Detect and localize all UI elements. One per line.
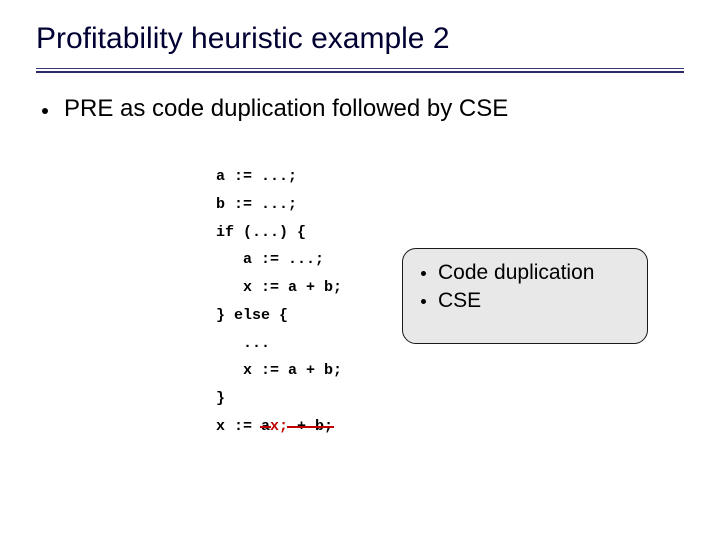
code-line-2: b := ...; <box>216 196 297 213</box>
title-underline-thin <box>36 68 684 69</box>
code-red-x: x; <box>270 418 288 435</box>
code-struck-tail: + b; <box>288 413 333 441</box>
bullet-dot-icon <box>42 108 48 114</box>
code-struck-a: a <box>261 413 270 441</box>
code-line-3: if (...) { <box>216 224 306 241</box>
slide-title: Profitability heuristic example 2 <box>36 22 684 66</box>
code-line-7: ... <box>216 335 270 352</box>
callout-item-1: Code duplication <box>417 259 633 287</box>
code-l10a: x := <box>216 418 261 435</box>
callout-box: Code duplication CSE <box>402 248 648 344</box>
code-line-1: a := ...; <box>216 168 297 185</box>
code-line-6: } else { <box>216 307 288 324</box>
code-line-4: a := ...; <box>216 251 324 268</box>
code-line-8: x := a + b; <box>216 362 342 379</box>
main-bullet: PRE as code duplication followed by CSE <box>36 95 684 123</box>
callout-item-2-text: CSE <box>438 287 481 315</box>
main-bullet-text: PRE as code duplication followed by CSE <box>64 95 508 123</box>
code-line-9: } <box>216 390 225 407</box>
bullet-dot-icon <box>421 299 426 304</box>
code-line-10: x := ax; + b; <box>216 418 333 435</box>
callout-item-2: CSE <box>417 287 633 315</box>
bullet-dot-icon <box>421 271 426 276</box>
callout-item-1-text: Code duplication <box>438 259 594 287</box>
code-line-5: x := a + b; <box>216 279 342 296</box>
